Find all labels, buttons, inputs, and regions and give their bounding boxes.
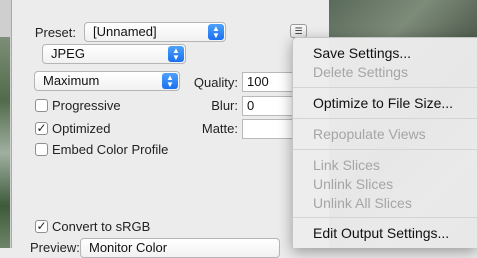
format-value: JPEG [51, 46, 85, 61]
preset-value: [Unnamed] [93, 24, 157, 39]
menu-separator [293, 149, 477, 150]
matte-label: Matte: [201, 121, 238, 136]
menu-separator [293, 118, 477, 119]
convert-srgb-label: Convert to sRGB [52, 219, 151, 234]
preset-select[interactable]: [Unnamed] ▲ ▼ [84, 22, 226, 42]
settings-menu-icon[interactable]: ☰ [290, 24, 307, 38]
embed-profile-label: Embed Color Profile [52, 142, 169, 157]
image-preview-strip [0, 37, 10, 248]
optimized-label: Optimized [52, 121, 111, 136]
menu-item-unlink-slices: Unlink Slices [313, 176, 394, 192]
progressive-checkbox[interactable] [35, 99, 48, 112]
menu-item-optimize-file-size[interactable]: Optimize to File Size... [313, 95, 453, 111]
quality-preset-value: Maximum [43, 73, 100, 88]
progressive-label: Progressive [52, 98, 121, 113]
preset-label: Preset: [34, 25, 76, 40]
convert-srgb-checkbox[interactable]: ✓ [35, 220, 48, 233]
optimized-checkbox[interactable]: ✓ [35, 122, 48, 135]
quality-label: Quality: [193, 75, 238, 90]
format-select[interactable]: JPEG ▲ ▼ [42, 44, 186, 64]
quality-preset-select[interactable]: Maximum ▲ ▼ [34, 71, 180, 91]
embed-profile-checkbox[interactable] [35, 143, 48, 156]
menu-separator [293, 217, 477, 218]
chevron-updown-icon: ▲ ▼ [208, 24, 224, 40]
menu-item-repopulate-views: Repopulate Views [313, 126, 426, 142]
menu-separator [293, 87, 477, 88]
blur-label: Blur: [211, 98, 238, 113]
settings-menu: Save Settings... Delete Settings Optimiz… [292, 37, 477, 248]
menu-item-delete-settings: Delete Settings [313, 64, 408, 80]
menu-item-save-settings[interactable]: Save Settings... [313, 45, 411, 61]
menu-item-link-slices: Link Slices [313, 157, 380, 173]
menu-item-edit-output-settings[interactable]: Edit Output Settings... [313, 225, 449, 241]
chevron-updown-icon: ▲ ▼ [168, 46, 184, 62]
preview-select[interactable]: Monitor Color [80, 238, 280, 258]
chevron-updown-icon: ▲ ▼ [162, 73, 178, 89]
menu-item-unlink-all-slices: Unlink All Slices [313, 195, 412, 211]
